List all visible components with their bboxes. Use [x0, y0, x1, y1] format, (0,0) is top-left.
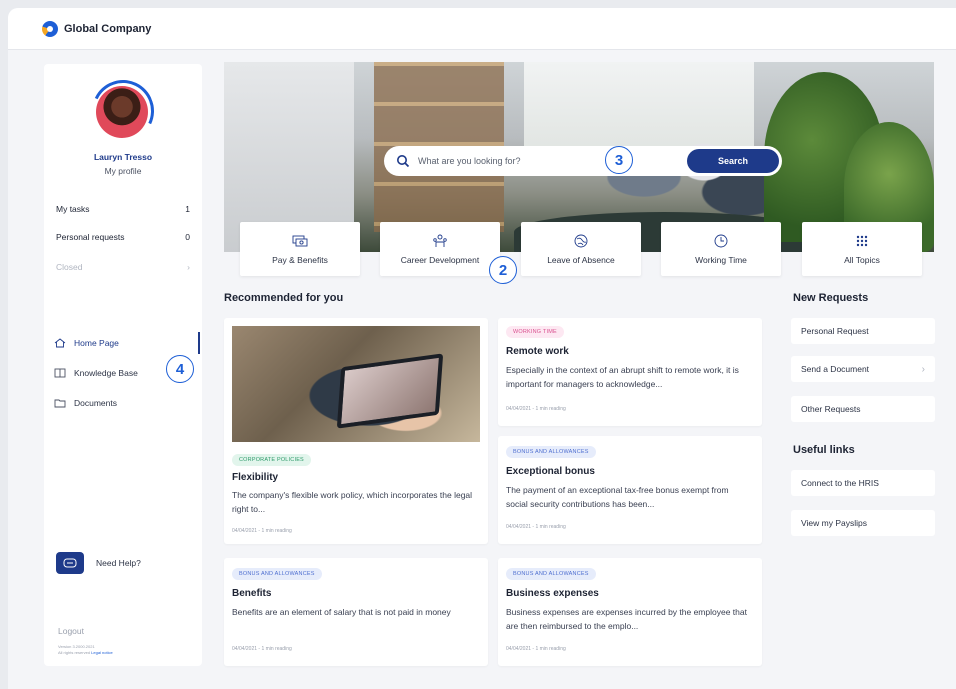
sidebar-item-documents[interactable]: Documents	[54, 394, 199, 412]
chevron-right-icon: ›	[921, 363, 925, 375]
article-tag: BONUS AND ALLOWANCES	[506, 568, 596, 580]
article-tag: WORKING TIME	[506, 326, 564, 338]
avatar-photo	[96, 86, 148, 138]
app-window: Global Company Lauryn Tresso My profile …	[8, 8, 956, 689]
search-input[interactable]	[418, 156, 687, 166]
send-document-button[interactable]: Send a Document ›	[791, 356, 935, 382]
article-tag: CORPORATE POLICIES	[232, 454, 311, 466]
sidebar-item-label: Documents	[74, 398, 117, 408]
article-card-benefits[interactable]: BONUS AND ALLOWANCES Benefits Benefits a…	[224, 558, 488, 666]
topic-label: Pay & Benefits	[272, 255, 328, 265]
grid-icon	[856, 235, 868, 247]
people-icon	[433, 234, 447, 247]
home-icon	[54, 338, 66, 348]
rights-text: All rights reserved	[58, 650, 91, 655]
topic-label: Working Time	[695, 255, 747, 265]
sidebar-item-label: Knowledge Base	[74, 368, 138, 378]
article-image	[232, 326, 480, 442]
request-label: Personal Request	[801, 326, 869, 336]
task-row-personal-requests[interactable]: Personal requests 0	[56, 232, 190, 242]
book-icon	[54, 368, 66, 378]
money-icon	[292, 235, 308, 247]
view-payslips-link[interactable]: View my Payslips	[791, 510, 935, 536]
article-tag: BONUS AND ALLOWANCES	[506, 446, 596, 458]
task-count: 1	[185, 204, 190, 214]
link-label: Connect to the HRIS	[801, 478, 879, 488]
article-meta: 04/04/2021 - 1 min reading	[506, 646, 566, 652]
task-label: Closed	[56, 262, 83, 272]
article-title: Flexibility	[232, 472, 279, 483]
article-meta: 04/04/2021 - 1 min reading	[506, 406, 566, 412]
chevron-right-icon: ›	[187, 262, 190, 272]
article-title: Remote work	[506, 346, 569, 357]
version-info: Version 3.2000.2021 All rights reserved …	[58, 644, 113, 656]
article-title: Benefits	[232, 588, 272, 599]
article-card-flexibility[interactable]: CORPORATE POLICIES Flexibility The compa…	[224, 318, 488, 544]
article-title: Exceptional bonus	[506, 466, 595, 477]
clock-icon	[714, 234, 728, 248]
link-label: View my Payslips	[801, 518, 867, 528]
article-description: Business expenses are expenses incurred …	[506, 607, 747, 631]
search-button[interactable]: Search	[687, 149, 779, 173]
sidebar-item-home-page[interactable]: Home Page	[54, 332, 200, 354]
help-label[interactable]: Need Help?	[96, 558, 141, 568]
other-requests-button[interactable]: Other Requests	[791, 396, 935, 422]
useful-links-title: Useful links	[793, 444, 855, 456]
personal-request-button[interactable]: Personal Request	[791, 318, 935, 344]
recommended-title: Recommended for you	[224, 292, 344, 304]
article-description: Benefits are an element of salary that i…	[232, 607, 451, 617]
connect-hris-link[interactable]: Connect to the HRIS	[791, 470, 935, 496]
user-name: Lauryn Tresso	[93, 152, 153, 162]
sidebar-item-label: Home Page	[74, 338, 119, 348]
new-requests-title: New Requests	[793, 292, 869, 304]
topic-label: Leave of Absence	[547, 255, 615, 265]
article-card-business-expenses[interactable]: BONUS AND ALLOWANCES Business expenses B…	[498, 558, 762, 666]
avatar[interactable]	[83, 71, 163, 151]
article-title: Business expenses	[506, 588, 599, 599]
topic-label: All Topics	[844, 255, 880, 265]
topic-working-time[interactable]: Working Time	[661, 222, 781, 276]
top-bar: Global Company	[8, 8, 956, 50]
chat-icon	[63, 558, 77, 568]
article-card-remote-work[interactable]: WORKING TIME Remote work Especially in t…	[498, 318, 762, 426]
article-tag: BONUS AND ALLOWANCES	[232, 568, 322, 580]
task-label: My tasks	[56, 204, 90, 214]
help-button[interactable]	[56, 552, 84, 574]
company-logo-icon	[42, 20, 58, 37]
task-label: Personal requests	[56, 232, 125, 242]
article-description: Especially in the context of an abrupt s…	[506, 365, 739, 389]
my-profile-link[interactable]: My profile	[44, 166, 202, 176]
search-icon	[397, 155, 410, 168]
task-row-closed[interactable]: Closed ›	[56, 262, 190, 272]
request-label: Other Requests	[801, 404, 861, 414]
request-label: Send a Document	[801, 364, 870, 374]
logout-link[interactable]: Logout	[58, 626, 84, 636]
topic-leave-of-absence[interactable]: Leave of Absence	[521, 222, 641, 276]
article-card-exceptional-bonus[interactable]: BONUS AND ALLOWANCES Exceptional bonus T…	[498, 436, 762, 544]
callout-4: 4	[166, 355, 194, 383]
topic-label: Career Development	[400, 255, 480, 265]
brand-name: Global Company	[64, 22, 152, 35]
topic-pay-benefits[interactable]: Pay & Benefits	[240, 222, 360, 276]
globe-icon	[574, 234, 588, 248]
article-meta: 04/04/2021 - 1 min reading	[232, 528, 292, 534]
article-meta: 04/04/2021 - 1 min reading	[506, 524, 566, 530]
topic-all-topics[interactable]: All Topics	[802, 222, 922, 276]
article-description: The company's flexible work policy, whic…	[232, 490, 473, 514]
legal-notice-link[interactable]: Legal notice	[91, 650, 113, 655]
folder-icon	[54, 399, 66, 408]
callout-2: 2	[489, 256, 517, 284]
search-bar: Search	[384, 146, 782, 176]
article-meta: 04/04/2021 - 1 min reading	[232, 646, 292, 652]
topic-career-development[interactable]: Career Development	[380, 222, 500, 276]
task-row-my-tasks[interactable]: My tasks 1	[56, 204, 190, 214]
task-count: 0	[185, 232, 190, 242]
article-description: The payment of an exceptional tax-free b…	[506, 485, 729, 509]
callout-3: 3	[605, 146, 633, 174]
